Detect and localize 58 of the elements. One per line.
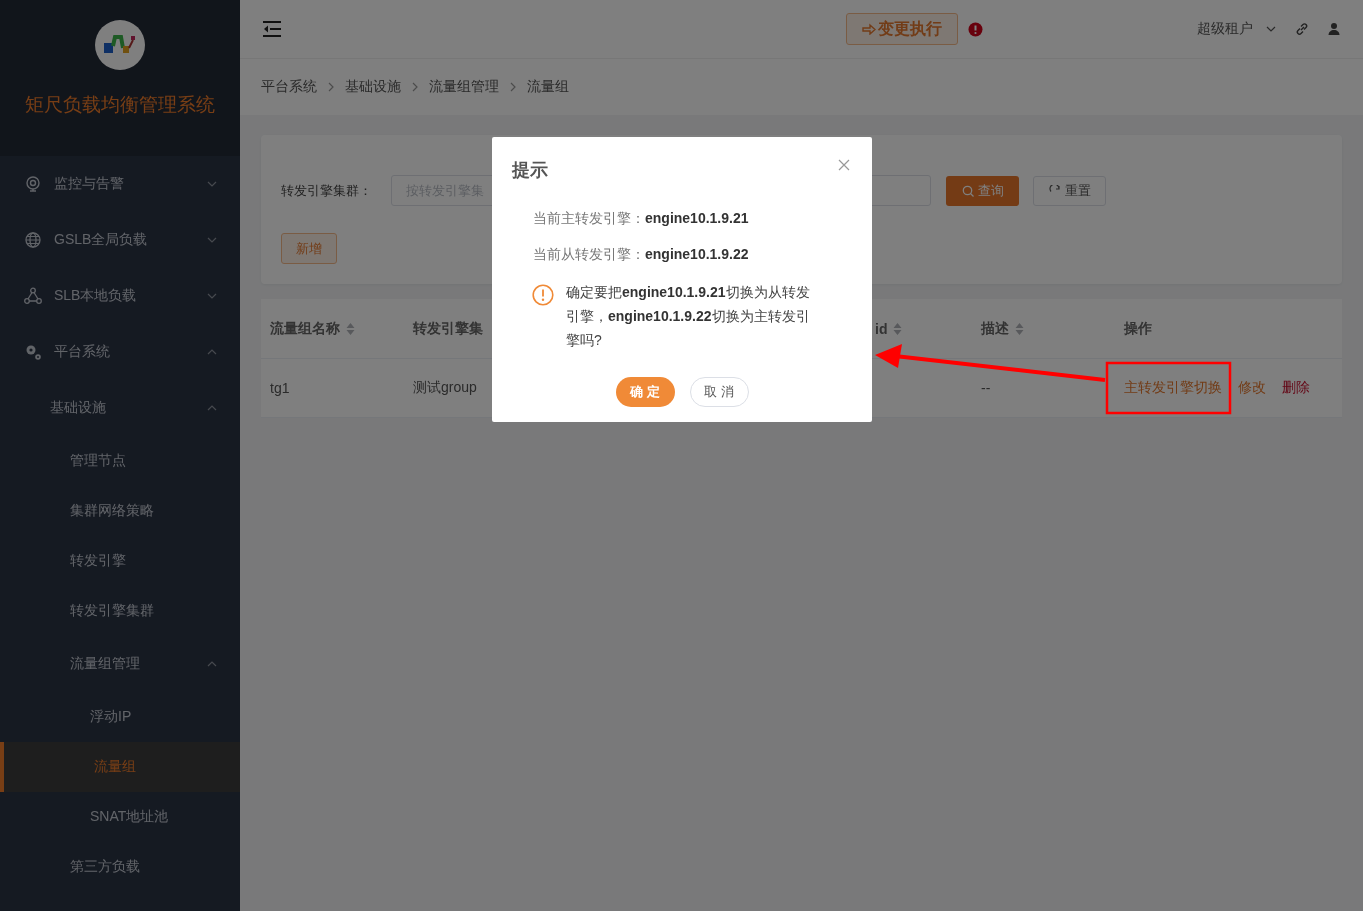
query-button[interactable]: 查询 <box>946 175 1019 206</box>
sidebar-item[interactable]: 转发引擎集群 <box>0 586 240 636</box>
search-icon <box>961 184 974 197</box>
breadcrumb-item[interactable]: 平台系统 <box>261 78 317 96</box>
logo-icon <box>103 34 137 56</box>
breadcrumb-item[interactable]: 流量组管理 <box>429 78 499 96</box>
column-header: 描述 <box>981 319 1009 338</box>
menu-fold-icon <box>262 20 282 38</box>
sidebar-item[interactable]: 管理节点 <box>0 436 240 486</box>
chevron-right-icon <box>327 81 335 93</box>
sort-icon[interactable] <box>893 321 903 336</box>
table-cell: tg1 <box>270 380 290 396</box>
tenant-dropdown[interactable]: 超级租户 <box>1197 20 1277 38</box>
sidebar-item[interactable]: SNAT地址池 <box>0 792 240 842</box>
change-execute-button[interactable]: 变更执行 <box>846 13 958 45</box>
confirm-button[interactable]: 确 定 <box>615 377 675 407</box>
sidebar-item[interactable]: 基础设施 <box>0 380 240 436</box>
info-value: engine10.1.9.21 <box>645 210 749 228</box>
sort-icon[interactable] <box>1015 321 1024 336</box>
table-cell: 测试group <box>413 379 477 397</box>
sidebar-item[interactable]: 监控与告警 <box>0 156 240 212</box>
action-link[interactable]: 主转发引擎切换 <box>1124 379 1222 397</box>
sort-icon[interactable] <box>346 321 355 336</box>
column-header: 操作 <box>1124 319 1152 338</box>
reset-button[interactable]: 重置 <box>1033 175 1106 206</box>
cancel-button[interactable]: 取 消 <box>689 377 749 407</box>
confirm-message: 确定要把engine10.1.9.21切换为从转发引擎，engine10.1.9.22切换为主转发引擎吗? <box>566 283 811 350</box>
sidebar-item[interactable]: GSLB全局负载 <box>0 212 240 268</box>
close-icon[interactable] <box>838 159 850 171</box>
info-label: 当前主转发引擎： <box>533 210 645 228</box>
chevron-right-icon <box>509 81 517 93</box>
column-header: 流量组名称 <box>270 319 340 338</box>
share-arrow-icon <box>862 23 876 35</box>
warning-icon <box>532 284 554 306</box>
sidebar-item[interactable]: 流量组管理 <box>0 636 240 692</box>
app-title: 矩尺负载均衡管理系统 <box>25 93 215 117</box>
dialog-title: 提示 <box>512 159 548 182</box>
sidebar-item[interactable]: 转发引擎 <box>0 536 240 586</box>
link-icon[interactable] <box>1295 22 1309 36</box>
table-cell: -- <box>981 380 991 396</box>
breadcrumb-item[interactable]: 基础设施 <box>345 78 401 96</box>
add-button[interactable]: 新增 <box>281 233 337 264</box>
action-link[interactable]: 删除 <box>1282 379 1310 397</box>
action-link[interactable]: 修改 <box>1238 379 1266 397</box>
chevron-right-icon <box>411 81 419 93</box>
info-label: 当前从转发引擎： <box>533 246 645 264</box>
sidebar-item[interactable]: SLB本地负载 <box>0 268 240 324</box>
sidebar-item[interactable]: 流量组 <box>0 742 240 792</box>
error-icon <box>968 21 983 37</box>
field-label: 转发引擎集群： <box>281 181 373 200</box>
column-header: id <box>875 320 888 337</box>
breadcrumb-item[interactable]: 流量组 <box>527 78 569 96</box>
user-icon[interactable] <box>1327 22 1341 36</box>
column-header: 转发引擎集 <box>413 319 483 338</box>
sidebar-item[interactable]: 平台系统 <box>0 324 240 380</box>
info-value: engine10.1.9.22 <box>645 246 749 264</box>
sidebar-item[interactable]: 集群网络策略 <box>0 486 240 536</box>
sidebar-item[interactable]: 浮动IP <box>0 692 240 742</box>
